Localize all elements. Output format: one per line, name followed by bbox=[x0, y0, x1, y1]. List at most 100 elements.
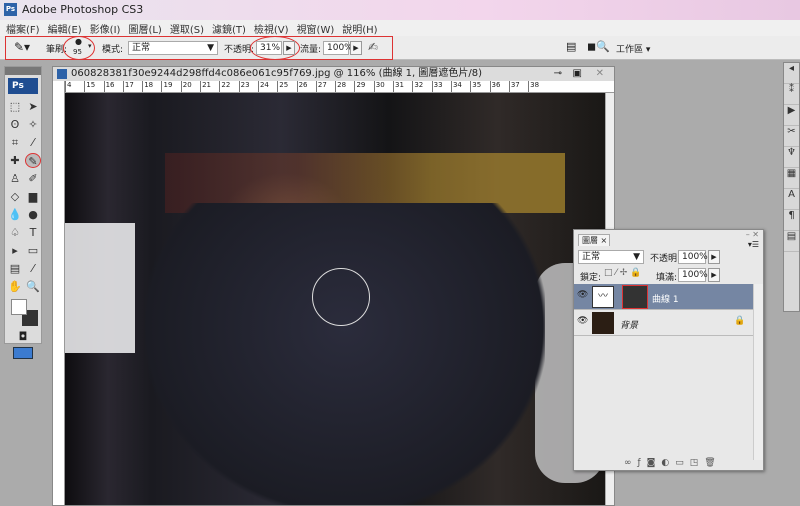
menu-layer[interactable]: 圖層(L) bbox=[128, 21, 161, 36]
menu-filter[interactable]: 濾鏡(T) bbox=[212, 21, 246, 36]
menu-bar: 檔案(F) 編輯(E) 影像(I) 圖層(L) 選取(S) 濾鏡(T) 檢視(V… bbox=[0, 20, 800, 36]
right-panel-dock: ◂ ⁑ ▶ ✂ ♆ ▦ A ¶ ▤ bbox=[783, 62, 800, 312]
eyedropper-icon[interactable]: ⁄ bbox=[25, 261, 41, 276]
layer-mask-thumbnail[interactable] bbox=[622, 285, 648, 309]
notes-tool-icon[interactable]: ▤ bbox=[7, 261, 23, 276]
curves-adjustment-icon: 〰 bbox=[592, 286, 614, 308]
ruler-tick: 16 bbox=[103, 81, 123, 92]
document-tab[interactable]: 060828381f30e9244d298ffd4c086e061c95f769… bbox=[53, 67, 614, 81]
ruler-tick: 25 bbox=[277, 81, 296, 92]
color-swatches[interactable] bbox=[5, 296, 41, 330]
brush-tool-preset-icon[interactable]: ✎▾ bbox=[14, 40, 30, 54]
slice-tool-icon[interactable]: ⁄ bbox=[25, 135, 41, 150]
history-icon[interactable]: ⁑ bbox=[784, 84, 799, 105]
blend-mode-value: 正常 bbox=[582, 252, 601, 262]
layer-row-curves[interactable]: 👁 〰 曲線 1 bbox=[574, 284, 754, 310]
tool-presets-icon[interactable]: ✂ bbox=[784, 126, 799, 147]
opacity-slider-button[interactable]: ▶ bbox=[708, 250, 720, 264]
character-icon[interactable]: A bbox=[784, 189, 799, 210]
layers-footer-buttons[interactable]: ∞ƒ◙◐▭◳🗑 bbox=[624, 458, 722, 468]
visibility-eye-icon[interactable]: 👁 bbox=[577, 316, 588, 326]
ruler-tick: 21 bbox=[200, 81, 219, 92]
dodge-tool-icon[interactable]: ● bbox=[25, 207, 41, 222]
flow-input[interactable]: 100% bbox=[323, 41, 353, 55]
window-title: Adobe Photoshop CS3 bbox=[22, 3, 144, 16]
brushes-icon[interactable]: ♆ bbox=[784, 147, 799, 168]
menu-edit[interactable]: 編輯(E) bbox=[48, 21, 82, 36]
ruler-tick: 24 bbox=[257, 81, 277, 92]
opacity-input[interactable]: 31% bbox=[256, 41, 282, 55]
toolbox-header[interactable] bbox=[5, 67, 41, 75]
menu-view[interactable]: 檢視(V) bbox=[254, 21, 289, 36]
tab-label: 圖層 bbox=[582, 236, 598, 245]
palette-well-icon[interactable]: ▤ bbox=[566, 40, 576, 53]
workspace-menu[interactable]: 工作區 ▾ bbox=[616, 42, 650, 55]
clone-source-icon[interactable]: ▦ bbox=[784, 168, 799, 189]
menu-window[interactable]: 視窗(W) bbox=[297, 21, 335, 36]
opacity-slider-button[interactable]: ▶ bbox=[283, 41, 295, 55]
ruler-tick: 31 bbox=[393, 81, 412, 92]
ruler-tick: 27 bbox=[315, 81, 335, 92]
panel-menu-icon[interactable]: ▾☰ bbox=[748, 240, 759, 249]
layers-scrollbar[interactable] bbox=[753, 284, 763, 460]
lock-options-icons[interactable]: □ ⁄ ✢ 🔒 bbox=[604, 268, 641, 278]
clone-stamp-icon[interactable]: ♙ bbox=[7, 171, 23, 186]
ruler-tick: 33 bbox=[431, 81, 451, 92]
history-brush-icon[interactable]: ✐ bbox=[25, 171, 41, 186]
panel-close-icon[interactable]: – ✕ bbox=[746, 230, 759, 239]
eraser-icon[interactable]: ◇ bbox=[7, 189, 23, 204]
menu-select[interactable]: 選取(S) bbox=[170, 21, 204, 36]
gradient-icon[interactable]: ▆ bbox=[25, 189, 41, 204]
minimize-icon[interactable]: ⊸ bbox=[554, 67, 562, 81]
menu-file[interactable]: 檔案(F) bbox=[6, 21, 40, 36]
lasso-tool-icon[interactable]: ʘ bbox=[7, 117, 23, 132]
airbrush-icon[interactable]: ✍ bbox=[368, 40, 378, 54]
magic-wand-icon[interactable]: ✧ bbox=[25, 117, 41, 132]
zoom-tool-icon[interactable]: 🔍 bbox=[25, 279, 41, 294]
document-window: 060828381f30e9244d298ffd4c086e061c95f769… bbox=[52, 66, 615, 506]
fill-label: 填滿: bbox=[656, 273, 678, 283]
menu-help[interactable]: 說明(H) bbox=[342, 21, 377, 36]
ps-logo[interactable]: Ps bbox=[8, 78, 38, 94]
move-tool-icon[interactable]: ➤ bbox=[25, 99, 41, 114]
dock-collapse-icon[interactable]: ◂ bbox=[784, 63, 799, 84]
layer-opacity-input[interactable]: 100% bbox=[678, 250, 708, 264]
foreground-color[interactable] bbox=[11, 299, 27, 315]
brush-tool-icon[interactable]: ✎ bbox=[25, 153, 41, 168]
brush-picker[interactable]: ● 95 ▾ bbox=[63, 36, 95, 60]
close-icon[interactable]: ✕ bbox=[596, 67, 604, 81]
quick-mask-icon[interactable]: ◘ bbox=[5, 330, 41, 343]
pen-tool-icon[interactable]: ♤ bbox=[7, 225, 23, 240]
sign-letter bbox=[65, 223, 135, 353]
actions-icon[interactable]: ▶ bbox=[784, 105, 799, 126]
ruler-tick: 28 bbox=[335, 81, 354, 92]
mode-select[interactable]: 正常 ▼ bbox=[128, 41, 218, 55]
canvas-image[interactable] bbox=[65, 93, 605, 505]
fill-input[interactable]: 100% bbox=[678, 268, 708, 282]
screen-mode-icon[interactable] bbox=[13, 347, 33, 359]
hand-tool-icon[interactable]: ✋ bbox=[7, 279, 23, 294]
flow-slider-button[interactable]: ▶ bbox=[350, 41, 362, 55]
visibility-eye-icon[interactable]: 👁 bbox=[577, 290, 588, 300]
menu-image[interactable]: 影像(I) bbox=[90, 21, 121, 36]
ruler-tick: 15 bbox=[84, 81, 103, 92]
bridge-icon[interactable]: ◼🔍 bbox=[587, 40, 610, 53]
horizontal-ruler: 4 15 16 17 18 19 20 21 22 23 24 25 26 27 28 29 30 31 32 33 3… bbox=[65, 81, 614, 93]
marquee-tool-icon[interactable]: ⬚ bbox=[7, 99, 23, 114]
layer-comps-icon[interactable]: ▤ bbox=[784, 231, 799, 252]
paragraph-icon[interactable]: ¶ bbox=[784, 210, 799, 231]
path-select-icon[interactable]: ▸ bbox=[7, 243, 23, 258]
tab-layers[interactable]: 圖層 × bbox=[578, 234, 610, 246]
fill-slider-button[interactable]: ▶ bbox=[708, 268, 720, 282]
maximize-icon[interactable]: ▣ bbox=[573, 67, 582, 81]
type-tool-icon[interactable]: T bbox=[25, 225, 41, 240]
ruler-tick: 37 bbox=[508, 81, 528, 92]
blend-mode-select[interactable]: 正常 ▼ bbox=[578, 250, 644, 264]
healing-brush-icon[interactable]: ✚ bbox=[7, 153, 23, 168]
blur-tool-icon[interactable]: 💧 bbox=[7, 207, 23, 222]
crop-tool-icon[interactable]: ⌗ bbox=[7, 135, 23, 150]
layer-row-background[interactable]: 👁 背景 🔒 bbox=[574, 310, 754, 336]
shape-tool-icon[interactable]: ▭ bbox=[25, 243, 41, 258]
mode-value: 正常 bbox=[132, 43, 151, 53]
ruler-tick: 29 bbox=[354, 81, 373, 92]
